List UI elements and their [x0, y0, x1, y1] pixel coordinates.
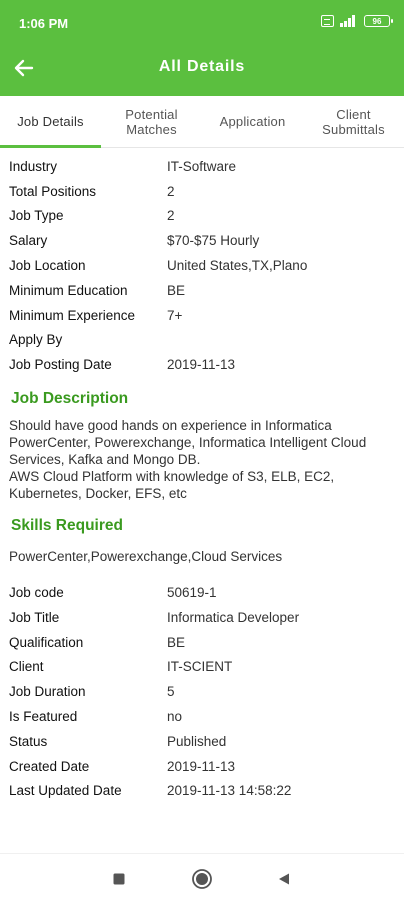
detail-value: United States,TX,Plano [167, 258, 308, 274]
battery-icon: 96 [364, 15, 393, 27]
tab-label: Job Details [17, 114, 84, 129]
detail-value: 2019-11-13 [167, 357, 236, 373]
detail-label: Job Posting Date [9, 357, 112, 373]
detail-label: Status [9, 733, 48, 749]
detail-row-last-updated-date: Last Updated Date 2019-11-13 14:58:22 [9, 779, 395, 804]
battery-level: 96 [372, 16, 382, 26]
detail-label: Total Positions [9, 183, 97, 199]
circle-icon [192, 869, 212, 889]
tab-job-details[interactable]: Job Details [0, 96, 101, 148]
detail-value: 5 [167, 684, 175, 700]
tab-application[interactable]: Application [202, 96, 303, 147]
detail-label: Apply By [9, 332, 63, 348]
detail-label: Qualification [9, 634, 84, 650]
detail-label: Minimum Education [9, 282, 128, 298]
detail-value: 2 [167, 183, 175, 199]
detail-label: Job Location [9, 258, 86, 274]
detail-row-total-positions: Total Positions 2 [9, 179, 395, 204]
detail-label: Job Duration [9, 684, 86, 700]
detail-value: 2 [167, 208, 175, 224]
detail-row-industry: Industry IT-Software [9, 154, 395, 179]
detail-label: Job code [9, 585, 64, 601]
square-icon [113, 873, 125, 885]
detail-label: Last Updated Date [9, 783, 122, 799]
job-details-content: Industry IT-Software Total Positions 2 J… [0, 150, 404, 803]
skills-required-text: PowerCenter,Powerexchange,Cloud Services [9, 548, 283, 564]
job-description-heading: Job Description [11, 389, 129, 407]
detail-value: IT-SCIENT [167, 659, 233, 675]
detail-label: Salary [9, 233, 48, 249]
triangle-left-icon [279, 873, 289, 885]
app-bar: All Details [0, 40, 404, 96]
detail-label: Minimum Experience [9, 307, 136, 323]
sim-card-icon [321, 15, 334, 27]
detail-label: Job Title [9, 609, 60, 625]
detail-row-apply-by: Apply By [9, 328, 395, 353]
detail-row-is-featured: Is Featured no [9, 704, 395, 729]
detail-row-job-title: Job Title Informatica Developer [9, 605, 395, 630]
page-title: All Details [158, 58, 246, 75]
detail-label: Industry [9, 158, 58, 174]
signal-icon [340, 15, 358, 27]
detail-label: Created Date [9, 758, 90, 774]
detail-row-job-location: Job Location United States,TX,Plano [9, 253, 395, 278]
detail-value: 7+ [167, 307, 183, 323]
tab-bar: Job Details Potential Matches Applicatio… [0, 96, 404, 148]
detail-value: 50619-1 [167, 585, 217, 601]
detail-row-job-duration: Job Duration 5 [9, 679, 395, 704]
detail-value: IT-Software [167, 158, 237, 174]
detail-row-client: Client IT-SCIENT [9, 655, 395, 680]
status-time: 1:06 PM [19, 16, 69, 31]
system-nav-bar [0, 853, 404, 900]
nav-back-button[interactable] [269, 864, 299, 894]
tab-client-submittals[interactable]: Client Submittals [303, 96, 404, 147]
detail-value: $70-$75 Hourly [167, 233, 260, 249]
detail-row-status: Status Published [9, 729, 395, 754]
tab-label: Client Submittals [322, 106, 385, 137]
detail-label: Job Type [9, 208, 64, 224]
detail-row-job-type: Job Type 2 [9, 204, 395, 229]
extra-details-list: Job code 50619-1 Job Title Informatica D… [9, 580, 395, 803]
detail-row-minimum-education: Minimum Education BE [9, 278, 395, 303]
detail-row-qualification: Qualification BE [9, 630, 395, 655]
tab-label: Application [219, 114, 286, 129]
home-button[interactable] [187, 864, 217, 894]
tab-label: Potential Matches [125, 106, 178, 137]
detail-label: Client [9, 659, 44, 675]
detail-value: Informatica Developer [167, 609, 300, 625]
details-list: Industry IT-Software Total Positions 2 J… [9, 154, 395, 377]
detail-row-salary: Salary $70-$75 Hourly [9, 228, 395, 253]
detail-value: no [167, 709, 183, 725]
detail-row-job-posting-date: Job Posting Date 2019-11-13 [9, 352, 395, 377]
detail-row-created-date: Created Date 2019-11-13 [9, 754, 395, 779]
status-bar: 1:06 PM 96 [0, 0, 404, 40]
tab-potential-matches[interactable]: Potential Matches [101, 96, 202, 147]
detail-value: 2019-11-13 [167, 758, 236, 774]
detail-row-minimum-experience: Minimum Experience 7+ [9, 303, 395, 328]
detail-value: BE [167, 634, 186, 650]
skills-required-heading: Skills Required [11, 516, 123, 534]
recents-button[interactable] [104, 864, 134, 894]
detail-label: Is Featured [9, 709, 78, 725]
status-icons: 96 [321, 15, 393, 27]
job-description-text: Should have good hands on experience in … [9, 418, 367, 502]
detail-row-job-code: Job code 50619-1 [9, 580, 395, 605]
detail-value: Published [167, 733, 227, 749]
detail-value: BE [167, 282, 186, 298]
detail-value: 2019-11-13 14:58:22 [167, 783, 292, 799]
